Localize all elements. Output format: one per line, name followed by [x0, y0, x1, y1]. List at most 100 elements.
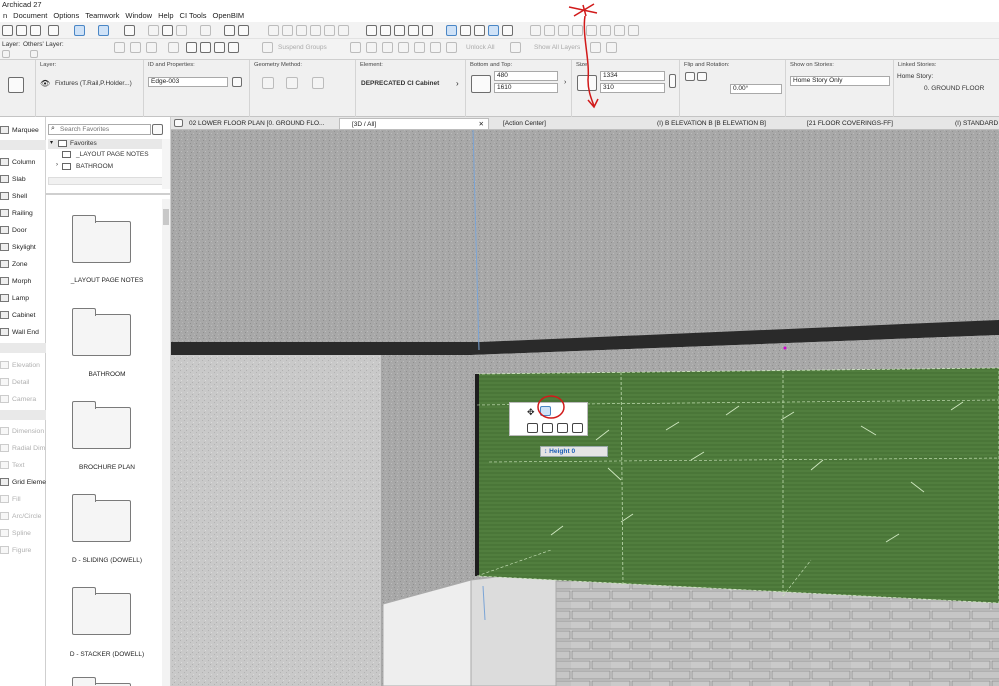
arrow-icon[interactable] [48, 25, 59, 36]
tool-radial-dim[interactable]: Radial Dim [12, 445, 45, 452]
wall-end-icon[interactable] [0, 328, 9, 336]
split-icon[interactable] [168, 42, 179, 53]
mirror-icon[interactable] [296, 25, 307, 36]
tool-figure[interactable]: Figure [12, 547, 31, 554]
folder-label[interactable]: _LAYOUT PAGE NOTES [52, 277, 162, 284]
menu-item-ci-tools[interactable]: CI Tools [177, 10, 210, 22]
rectangle-icon[interactable] [176, 25, 187, 36]
fill-icon[interactable] [0, 495, 9, 503]
tool-railing[interactable]: Railing [12, 210, 33, 217]
lock-element-icon[interactable] [382, 42, 393, 53]
morph-icon[interactable] [0, 277, 9, 285]
layer-value[interactable]: Fixtures (T.Rail,P.Holder...) [55, 80, 132, 87]
menu-item-teamwork[interactable]: Teamwork [82, 10, 122, 22]
tree-scrollbar[interactable] [162, 139, 170, 189]
zoom-in-icon[interactable] [544, 25, 555, 36]
resize-icon[interactable] [572, 423, 583, 433]
element-value[interactable]: DEPRECATED CI Cabinet [361, 80, 439, 87]
flip-icon[interactable] [697, 72, 707, 81]
stretch-height-icon[interactable] [540, 406, 551, 416]
tab-standard[interactable]: (I) STANDARD [947, 118, 999, 129]
others-layer-icon[interactable] [30, 50, 38, 58]
camera-icon[interactable] [0, 395, 9, 403]
arc-circle-icon[interactable] [0, 512, 9, 520]
menu-item-options[interactable]: Options [50, 10, 82, 22]
tool-zone[interactable]: Zone [12, 261, 28, 268]
padlock-icon[interactable] [446, 42, 457, 53]
rotate-icon[interactable] [310, 25, 321, 36]
tab-floor-coverings[interactable]: [21 FLOOR COVERINGS-FF] [797, 118, 947, 129]
magic-wand-icon[interactable] [146, 42, 157, 53]
markup-icon[interactable] [614, 25, 625, 36]
shell-icon[interactable] [0, 192, 9, 200]
tab-grid-icon[interactable] [174, 119, 183, 127]
tab-lower-floor-plan[interactable]: 02 LOWER FLOOR PLAN [0. GROUND FLO... [189, 118, 339, 129]
elevation-icon[interactable] [0, 361, 9, 369]
group-icon[interactable] [224, 25, 235, 36]
slab-icon[interactable] [0, 175, 9, 183]
folder-icon[interactable] [72, 215, 131, 263]
tool-dimension[interactable]: Dimension [12, 428, 44, 435]
favorites-root-row[interactable]: ▾ Favorites [48, 139, 168, 149]
search-input[interactable] [60, 125, 148, 134]
trim-icon[interactable] [338, 25, 349, 36]
pen-icon[interactable] [16, 25, 27, 36]
panel-divider[interactable] [46, 193, 171, 195]
column-icon[interactable] [0, 158, 9, 166]
scrollbar-thumb[interactable] [163, 209, 169, 225]
close-icon[interactable]: ✕ [479, 119, 484, 129]
offset-icon[interactable] [324, 25, 335, 36]
tool-arc-circle[interactable]: Arc/Circle [12, 513, 41, 520]
skylight-icon[interactable] [0, 243, 9, 251]
tool-morph[interactable]: Morph [12, 278, 31, 285]
spline-icon[interactable] [0, 529, 9, 537]
folder-label[interactable]: BATHROOM [52, 371, 162, 378]
tab-elevation-b[interactable]: (I) B ELEVATION B [B ELEVATION B] [647, 118, 797, 129]
mirror-icon[interactable] [685, 72, 695, 81]
folder-icon[interactable] [72, 401, 131, 449]
dimension-icon[interactable] [0, 427, 9, 435]
width-field[interactable]: 1334 [600, 71, 665, 81]
lamp-icon[interactable] [0, 294, 9, 302]
folder-label[interactable]: BROCHURE PLAN [52, 464, 162, 471]
distribute-icon[interactable] [282, 25, 293, 36]
menu-item-help[interactable]: Help [155, 10, 176, 22]
properties-icon[interactable] [232, 77, 242, 87]
ungroup-icon[interactable] [238, 25, 249, 36]
folder-label[interactable]: D - STACKER (DOWELL) [52, 651, 162, 658]
favorite-star-icon[interactable] [446, 25, 457, 36]
tool-wall-end[interactable]: Wall End [12, 329, 39, 336]
marquee-icon[interactable] [0, 126, 9, 134]
tool-marquee[interactable]: Marquee [12, 127, 39, 134]
folder-list-scrollbar[interactable] [162, 199, 170, 686]
hide-layer-icon[interactable] [590, 42, 601, 53]
view-settings-icon[interactable] [600, 25, 611, 36]
polyline-icon[interactable] [130, 42, 141, 53]
figure-icon[interactable] [0, 546, 9, 554]
pan-icon[interactable] [586, 25, 597, 36]
send-backward-icon[interactable] [366, 42, 377, 53]
height-value[interactable]: 0 [572, 448, 576, 455]
elevation-icon[interactable] [394, 25, 405, 36]
snap-guide-icon[interactable] [74, 25, 85, 36]
stretch-icon[interactable] [557, 423, 568, 433]
adjust-icon[interactable] [186, 42, 197, 53]
explore-icon[interactable] [474, 25, 485, 36]
tool-fill[interactable]: Fill [12, 496, 21, 503]
3d-view-icon[interactable] [488, 25, 499, 36]
geometry-method-2-icon[interactable] [286, 77, 298, 89]
menu-item-n[interactable]: n [0, 10, 10, 22]
geometry-method-3-icon[interactable] [312, 77, 324, 89]
geometry-method-1-icon[interactable] [262, 77, 274, 89]
radial-dim-icon[interactable] [0, 444, 9, 452]
tool-cabinet[interactable]: Cabinet [12, 312, 35, 319]
folder-label[interactable]: D - SLIDING (DOWELL) [52, 557, 162, 564]
menu-item-document[interactable]: Document [10, 10, 50, 22]
offset-all-icon[interactable] [542, 423, 553, 433]
zoom-out-icon[interactable] [558, 25, 569, 36]
rotation-angle-field[interactable]: 0.00° [730, 84, 782, 94]
zone-icon[interactable] [0, 260, 9, 268]
show-all-layers-button[interactable]: Show All Layers [534, 44, 580, 51]
menu-item-openbim[interactable]: OpenBIM [210, 10, 248, 22]
top-field[interactable]: 1610 [494, 83, 558, 93]
